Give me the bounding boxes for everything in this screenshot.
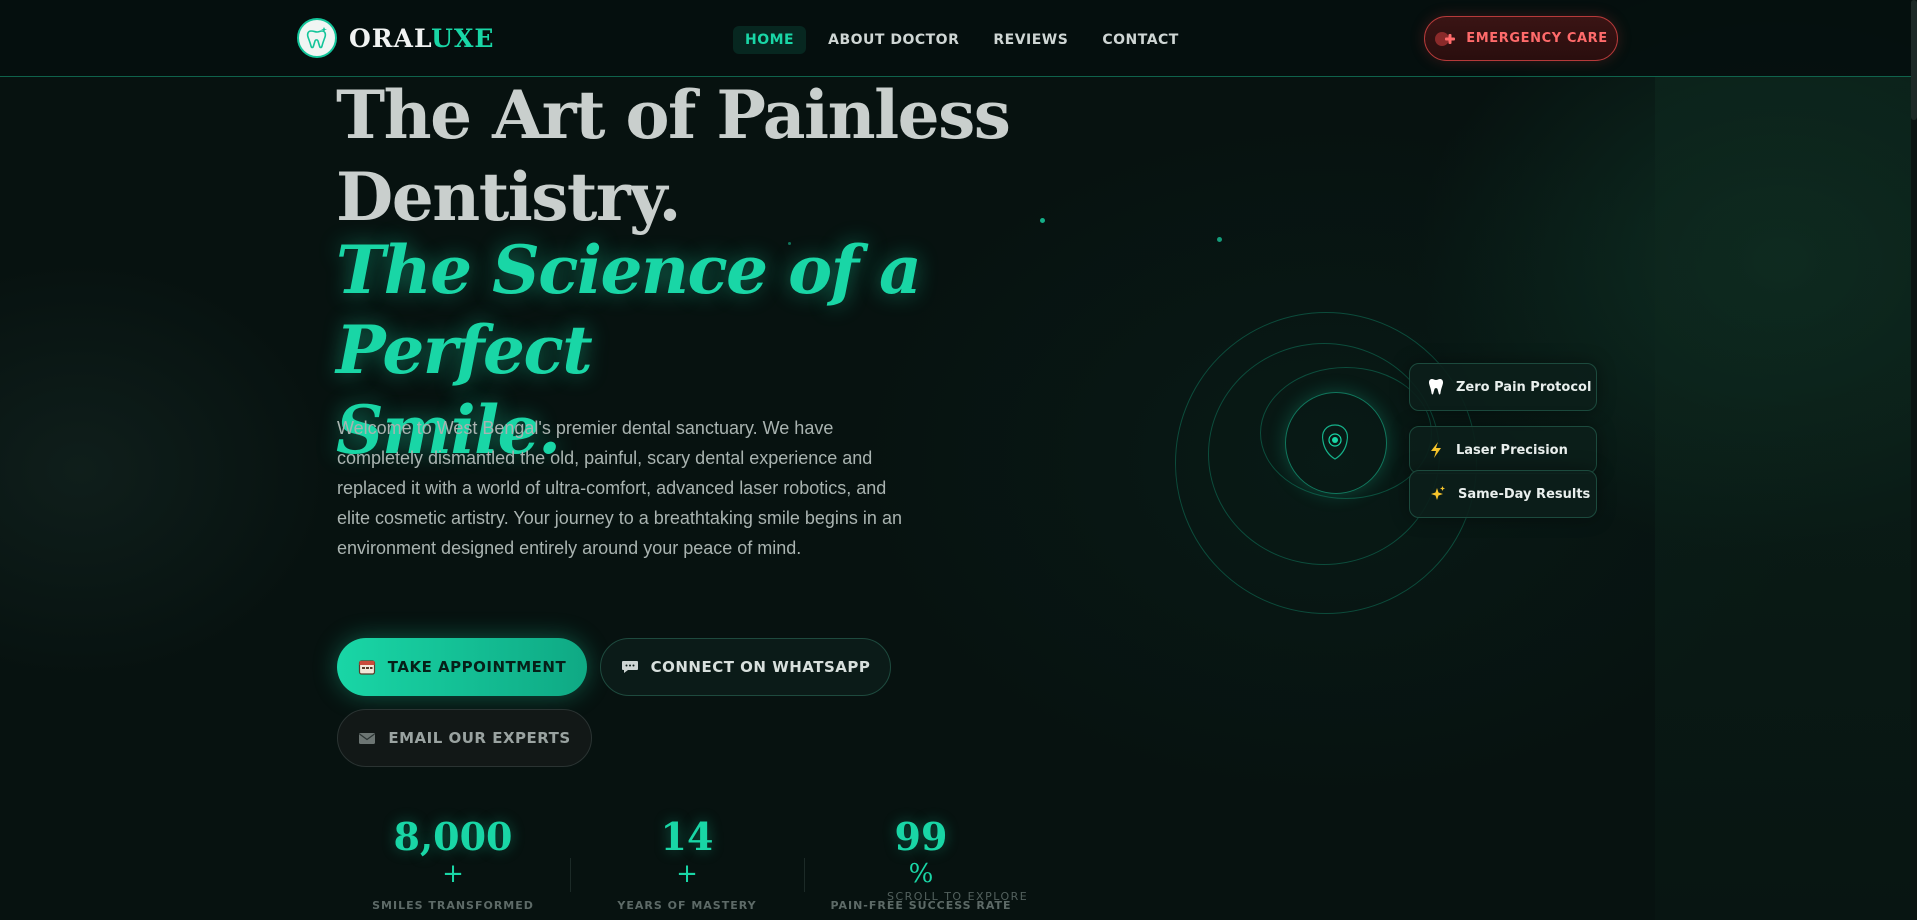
hero-description: Welcome to West Bengal's premier dental … xyxy=(337,418,902,558)
decorative-dot xyxy=(788,242,791,245)
hero-title-line-1: The Art of Painless xyxy=(336,76,1011,154)
brand-name-accent: UXE xyxy=(431,23,495,53)
feature-label: Zero Pain Protocol xyxy=(1456,379,1592,395)
tooth-icon xyxy=(1428,378,1444,396)
scroll-hint: SCROLL TO EXPLORE xyxy=(887,890,1029,903)
decorative-dot xyxy=(1040,218,1045,223)
nav-home[interactable]: HOME xyxy=(733,26,807,54)
nav-contact[interactable]: CONTACT xyxy=(1090,26,1191,54)
take-appointment-button[interactable]: TAKE APPOINTMENT xyxy=(337,638,587,696)
feature-zero-pain: Zero Pain Protocol xyxy=(1409,363,1597,411)
stat-suffix: % xyxy=(908,859,934,889)
nav-reviews[interactable]: REVIEWS xyxy=(981,26,1080,54)
stat-divider xyxy=(804,858,805,892)
decorative-dot xyxy=(1217,237,1222,242)
email-experts-label: EMAIL OUR EXPERTS xyxy=(388,729,571,747)
page-scrollbar[interactable] xyxy=(1911,0,1917,920)
envelope-icon xyxy=(358,731,376,745)
logo[interactable]: ORALUXE xyxy=(297,18,494,58)
target-pin-icon xyxy=(1314,421,1356,463)
connect-whatsapp-label: CONNECT ON WHATSAPP xyxy=(650,658,871,676)
sparkles-icon xyxy=(1428,485,1446,503)
stat-label: SMILES TRANSFORMED xyxy=(372,899,534,912)
brand-name: ORALUXE xyxy=(349,24,494,53)
main-nav: HOME ABOUT DOCTOR REVIEWS CONTACT xyxy=(733,26,1191,54)
email-experts-button[interactable]: EMAIL OUR EXPERTS xyxy=(337,709,592,767)
chat-bubble-icon xyxy=(621,659,639,675)
feature-same-day-results: Same-Day Results xyxy=(1409,470,1597,518)
connect-whatsapp-button[interactable]: CONNECT ON WHATSAPP xyxy=(600,638,891,696)
tooth-logo-icon xyxy=(297,18,337,58)
take-appointment-label: TAKE APPOINTMENT xyxy=(387,658,567,676)
emergency-care-label: EMERGENCY CARE xyxy=(1466,31,1608,46)
feature-label: Laser Precision xyxy=(1456,442,1568,458)
hero-accent-line-1: The Science of a Perfect xyxy=(336,231,922,389)
scrollbar-thumb[interactable] xyxy=(1911,0,1917,120)
stat-suffix: + xyxy=(442,859,464,889)
stat-years: 14 + YEARS OF MASTERY xyxy=(577,814,797,913)
navbar: ORALUXE HOME ABOUT DOCTOR REVIEWS CONTAC… xyxy=(0,0,1917,77)
lightning-icon xyxy=(1428,441,1444,459)
right-side-panel xyxy=(1655,76,1917,920)
stat-value: 8,000 xyxy=(393,814,513,859)
stat-suffix: + xyxy=(676,859,698,889)
hero-title: The Art of Painless Dentistry. xyxy=(336,74,1036,238)
emergency-care-button[interactable]: EMERGENCY CARE xyxy=(1424,16,1618,61)
feature-label: Same-Day Results xyxy=(1458,486,1591,502)
stat-smiles: 8,000 + SMILES TRANSFORMED xyxy=(343,814,563,913)
medical-cross-icon xyxy=(1434,31,1456,47)
feature-laser-precision: Laser Precision xyxy=(1409,426,1597,474)
nav-about-doctor[interactable]: ABOUT DOCTOR xyxy=(816,26,971,54)
stat-value: 14 xyxy=(660,814,714,859)
brand-name-prefix: ORAL xyxy=(349,23,432,53)
hero-title-line-2: Dentistry. xyxy=(336,158,681,236)
stat-value: 99 xyxy=(894,814,948,859)
calendar-icon xyxy=(358,658,376,676)
stat-label: YEARS OF MASTERY xyxy=(617,899,757,912)
stat-divider xyxy=(570,858,571,892)
